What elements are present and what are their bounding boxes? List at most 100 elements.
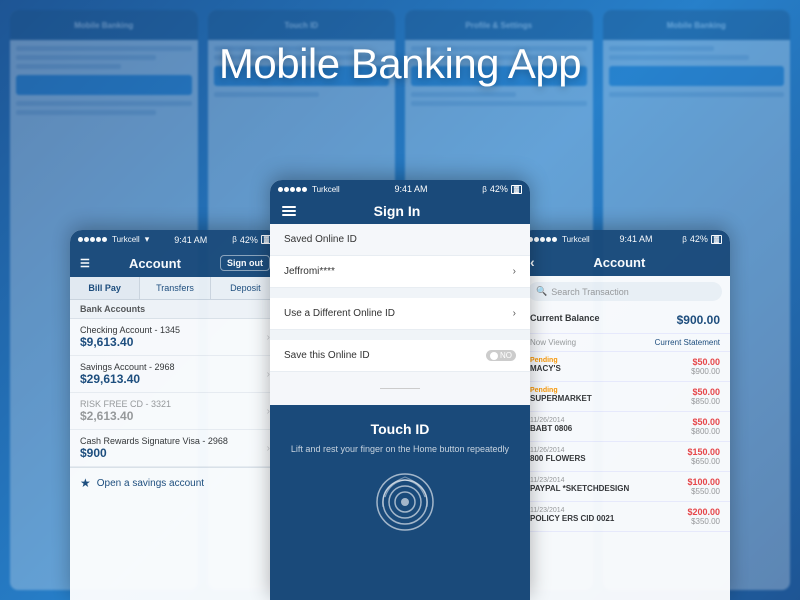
txn-3-amount: $50.00: [691, 417, 720, 427]
bluetooth-icon-center: β: [482, 185, 487, 194]
txn-3-date: 11/26/2014: [530, 417, 691, 424]
carrier-center: Turkcell: [312, 185, 340, 194]
back-icon-right[interactable]: ‹: [530, 254, 535, 270]
txn-5[interactable]: 11/23/2014 PAYPAL *SKETCHDESIGN $100.00 …: [520, 472, 730, 502]
time-center: 9:41 AM: [394, 184, 427, 194]
txn-5-amount: $100.00: [687, 477, 720, 487]
bank-accounts-section: Bank Accounts: [70, 300, 280, 319]
bluetooth-icon-left: β: [232, 235, 237, 244]
search-placeholder: Search Transaction: [551, 287, 629, 297]
account-checking[interactable]: Checking Account - 1345 $9,613.40 ›: [70, 319, 280, 356]
status-bar-left: Turkcell ▾ 9:41 AM β 42% ▓: [70, 230, 280, 249]
txn-1-amount: $50.00: [691, 357, 720, 367]
account-cd[interactable]: RISK FREE CD - 3321 $2,613.40 ›: [70, 393, 280, 430]
account-visa[interactable]: Cash Rewards Signature Visa - 2968 $900 …: [70, 430, 280, 467]
tab-bill-pay[interactable]: Bill Pay: [70, 277, 140, 299]
wifi-icon-left: ▾: [145, 234, 150, 245]
battery-right: 42%: [690, 234, 708, 244]
savings-link[interactable]: Open a savings account: [97, 478, 204, 489]
cd-name: RISK FREE CD - 3321: [80, 399, 171, 409]
divider: [380, 388, 420, 389]
txn-1-status: Pending: [530, 357, 691, 364]
txn-2[interactable]: Pending SUPERMARKET $50.00 $850.00: [520, 382, 730, 412]
touch-id-subtitle: Lift and rest your finger on the Home bu…: [290, 443, 510, 456]
different-id-label: Use a Different Online ID: [284, 308, 395, 319]
carrier-left: Turkcell: [112, 235, 140, 244]
save-id-label: Save this Online ID: [284, 350, 370, 361]
user-id-value: Jeffromi****: [284, 266, 335, 277]
signin-nav-bar: Sign In: [270, 198, 530, 224]
txn-4-date: 11/26/2014: [530, 447, 687, 454]
txn-3-balance: $800.00: [691, 427, 720, 436]
hamburger-icon-center[interactable]: [282, 206, 296, 216]
time-right: 9:41 AM: [619, 234, 652, 244]
tab-transfers[interactable]: Transfers: [140, 277, 210, 299]
star-icon: ★: [80, 476, 91, 490]
visa-balance: $900: [80, 446, 228, 460]
signin-title: Sign In: [374, 203, 421, 219]
txn-5-balance: $550.00: [687, 487, 720, 496]
section-gap-2: [270, 330, 530, 340]
page-title: Mobile Banking App: [0, 40, 800, 88]
txn-5-merchant: PAYPAL *SKETCHDESIGN: [530, 484, 687, 493]
savings-footer[interactable]: ★ Open a savings account: [70, 467, 280, 498]
savings-balance: $29,613.40: [80, 372, 175, 386]
save-id-row[interactable]: Save this Online ID NO: [270, 340, 530, 372]
tab-bar-left: Bill Pay Transfers Deposit: [70, 277, 280, 300]
chevron-jeffromi: ›: [513, 266, 516, 277]
txn-4-amount: $150.00: [687, 447, 720, 457]
txn-1-balance: $900.00: [691, 367, 720, 376]
jeffromi-row[interactable]: Jeffromi**** ›: [270, 256, 530, 288]
signin-body: Saved Online ID Jeffromi**** › Use a Dif…: [270, 224, 530, 405]
txn-4[interactable]: 11/26/2014 800 FLOWERS $150.00 $650.00: [520, 442, 730, 472]
current-balance-label: Current Balance: [530, 313, 600, 327]
battery-center: 42%: [490, 184, 508, 194]
viewing-value[interactable]: Current Statement: [655, 338, 720, 347]
phone-right: Turkcell 9:41 AM β 42% ▓ ‹ Account 🔍 Sea…: [520, 230, 730, 600]
account-savings[interactable]: Savings Account - 2968 $29,613.40 ›: [70, 356, 280, 393]
txn-6-balance: $350.00: [687, 517, 720, 526]
nav-title-left: Account: [129, 256, 181, 271]
txn-2-status: Pending: [530, 387, 691, 394]
search-icon-right: 🔍: [536, 286, 547, 297]
checking-balance: $9,613.40: [80, 335, 180, 349]
different-id-row[interactable]: Use a Different Online ID ›: [270, 298, 530, 330]
txn-6-merchant: POLICY ERS CID 0021: [530, 514, 687, 523]
touch-id-section: Touch ID Lift and rest your finger on th…: [270, 405, 530, 600]
viewing-label: Now Viewing: [530, 338, 576, 347]
phone-center: Turkcell 9:41 AM β 42% ▓ Sign In Saved O…: [270, 180, 530, 600]
hamburger-icon-left[interactable]: ☰: [80, 257, 90, 270]
sign-out-button[interactable]: Sign out: [220, 255, 270, 271]
saved-id-label: Saved Online ID: [284, 234, 357, 245]
battery-icon-center: ▓: [511, 185, 522, 194]
txn-3-merchant: BABT 0806: [530, 424, 691, 433]
txn-2-balance: $850.00: [691, 397, 720, 406]
txn-3[interactable]: 11/26/2014 BABT 0806 $50.00 $800.00: [520, 412, 730, 442]
battery-left: 42%: [240, 235, 258, 245]
txn-4-merchant: 800 FLOWERS: [530, 454, 687, 463]
txn-6[interactable]: 11/23/2014 POLICY ERS CID 0021 $200.00 $…: [520, 502, 730, 532]
phone-left: Turkcell ▾ 9:41 AM β 42% ▓ ☰ Account Sig…: [70, 230, 280, 600]
txn-5-date: 11/23/2014: [530, 477, 687, 484]
chevron-different: ›: [513, 308, 516, 319]
txn-6-amount: $200.00: [687, 507, 720, 517]
txn-2-amount: $50.00: [691, 387, 720, 397]
battery-icon-right: ▓: [711, 235, 722, 244]
carrier-right: Turkcell: [562, 235, 590, 244]
status-bar-right: Turkcell 9:41 AM β 42% ▓: [520, 230, 730, 248]
balance-row: Current Balance $900.00: [520, 307, 730, 334]
nav-bar-right: ‹ Account: [520, 248, 730, 276]
current-balance-amount: $900.00: [677, 313, 720, 327]
phones-container: Turkcell ▾ 9:41 AM β 42% ▓ ☰ Account Sig…: [0, 180, 800, 600]
status-bar-center: Turkcell 9:41 AM β 42% ▓: [270, 180, 530, 198]
txn-2-merchant: SUPERMARKET: [530, 394, 691, 403]
bluetooth-icon-right: β: [682, 235, 687, 244]
savings-name: Savings Account - 2968: [80, 362, 175, 372]
txn-1[interactable]: Pending MACY'S $50.00 $900.00: [520, 352, 730, 382]
saved-online-id-row: Saved Online ID: [270, 224, 530, 256]
search-bar-right[interactable]: 🔍 Search Transaction: [528, 282, 722, 301]
toggle-save-id[interactable]: NO: [486, 350, 516, 361]
txn-4-balance: $650.00: [687, 457, 720, 466]
fingerprint-icon: [375, 472, 425, 522]
viewing-row: Now Viewing Current Statement: [520, 334, 730, 352]
